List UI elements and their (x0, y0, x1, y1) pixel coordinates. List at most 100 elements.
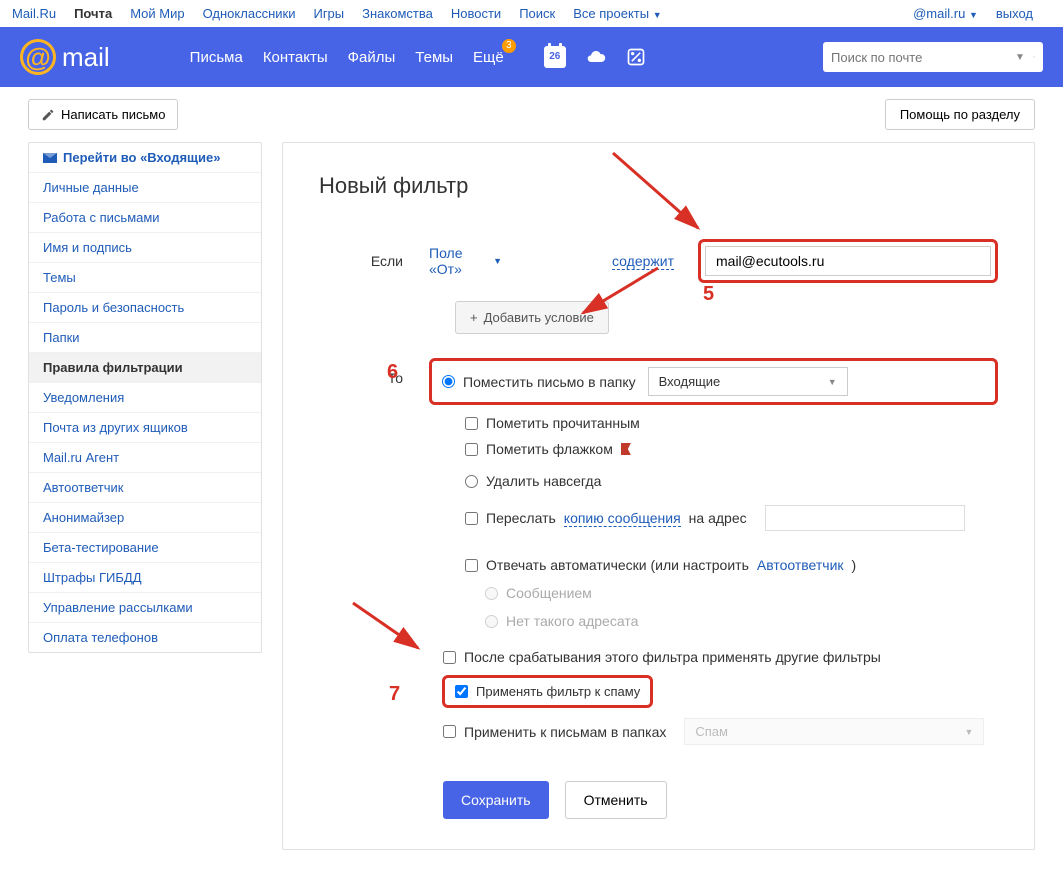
envelope-icon (43, 153, 57, 163)
then-label: То (319, 358, 429, 386)
cloud-icon[interactable] (586, 47, 606, 67)
action-move-radio[interactable]: Поместить письмо в папку (442, 374, 636, 390)
checkbox-forward[interactable] (465, 512, 478, 525)
sidebar-item-agent[interactable]: Mail.ru Агент (29, 443, 261, 473)
topbar-link[interactable]: Поиск (519, 6, 555, 21)
radio-delete[interactable] (465, 475, 478, 488)
chevron-down-icon: ▼ (828, 377, 837, 387)
forward-address-input[interactable] (765, 505, 965, 531)
highlight-box: Применять фильтр к спаму (442, 675, 653, 708)
autoreply-link[interactable]: Автоответчик (757, 557, 844, 573)
annotation-number: 5 (703, 283, 714, 306)
compose-button[interactable]: Написать письмо (28, 99, 178, 130)
reply-message-radio[interactable]: Сообщением (485, 585, 998, 601)
reply-nosuch-radio[interactable]: Нет такого адресата (485, 613, 998, 629)
header-icons: 26 (544, 46, 646, 68)
checkbox-spam[interactable] (455, 685, 468, 698)
nav-themes[interactable]: Темы (415, 49, 453, 66)
topbar-link[interactable]: Одноклассники (203, 6, 296, 21)
topbar-link[interactable]: Знакомства (362, 6, 433, 21)
percent-icon[interactable] (626, 47, 646, 67)
nav-letters[interactable]: Письма (190, 49, 243, 66)
search-input[interactable] (831, 50, 1007, 65)
after-filters-option[interactable]: После срабатывания этого фильтра применя… (443, 649, 998, 665)
delete-option[interactable]: Удалить навсегда (465, 473, 998, 489)
target-folder-dropdown[interactable]: Входящие ▼ (648, 367, 848, 396)
flag-option[interactable]: Пометить флажком (465, 441, 998, 457)
logo[interactable]: @ mail (20, 39, 110, 75)
nav-files[interactable]: Файлы (348, 49, 396, 66)
user-email-dropdown[interactable]: @mail.ru ▼ (913, 6, 978, 21)
top-navigation: Mail.Ru Почта Мой Мир Одноклассники Игры… (0, 0, 1063, 27)
sidebar-item-beta[interactable]: Бета-тестирование (29, 533, 261, 563)
all-projects-dropdown[interactable]: Все проекты ▼ (573, 6, 661, 21)
radio-reply-no (485, 615, 498, 628)
checkbox-flag[interactable] (465, 443, 478, 456)
cancel-button[interactable]: Отменить (565, 781, 667, 819)
sidebar-item-folders[interactable]: Папки (29, 323, 261, 353)
search-box[interactable]: ▼ (823, 42, 1043, 72)
condition-type-link[interactable]: содержит (612, 253, 674, 270)
sidebar-item-security[interactable]: Пароль и безопасность (29, 293, 261, 323)
checkbox-after[interactable] (443, 651, 456, 664)
highlight-box: Поместить письмо в папку Входящие ▼ (429, 358, 998, 405)
chevron-down-icon: ▼ (653, 10, 662, 20)
checkbox-apply-folders[interactable] (443, 725, 456, 738)
topbar-link-current[interactable]: Почта (74, 6, 112, 21)
help-button[interactable]: Помощь по разделу (885, 99, 1035, 130)
folders-multiselect[interactable]: Спам ▼ (684, 718, 984, 745)
sidebar-item-signature[interactable]: Имя и подпись (29, 233, 261, 263)
sidebar-item-phonepay[interactable]: Оплата телефонов (29, 623, 261, 652)
flag-icon (621, 443, 631, 455)
sidebar-item-anonymizer[interactable]: Анонимайзер (29, 503, 261, 533)
sidebar-item-themes[interactable]: Темы (29, 263, 261, 293)
filter-form: Новый фильтр Если Поле «От»▼ содержит + … (282, 142, 1035, 850)
radio-reply-msg (485, 587, 498, 600)
sub-header: Написать письмо Помощь по разделу (0, 87, 1063, 142)
pencil-icon (41, 108, 55, 122)
highlight-box (698, 239, 998, 283)
topbar-link[interactable]: Новости (451, 6, 501, 21)
badge-count: 3 (502, 39, 516, 53)
condition-value-input[interactable] (705, 246, 991, 276)
page-title: Новый фильтр (319, 173, 998, 199)
sidebar-item-external[interactable]: Почта из других ящиков (29, 413, 261, 443)
if-label: Если (319, 253, 429, 269)
sidebar-goto-inbox[interactable]: Перейти во «Входящие» (29, 143, 261, 173)
search-scope-dropdown[interactable]: ▼ (1015, 52, 1025, 63)
add-condition-button[interactable]: + Добавить условие (455, 301, 609, 334)
search-icon[interactable] (1033, 49, 1035, 65)
topbar-link[interactable]: Мой Мир (130, 6, 184, 21)
nav-more[interactable]: Ещё3 (473, 49, 504, 66)
nav-contacts[interactable]: Контакты (263, 49, 328, 66)
save-button[interactable]: Сохранить (443, 781, 549, 819)
sidebar-item-fines[interactable]: Штрафы ГИБДД (29, 563, 261, 593)
sidebar-item-mailwork[interactable]: Работа с письмами (29, 203, 261, 233)
mark-read-option[interactable]: Пометить прочитанным (465, 415, 998, 431)
logout-link[interactable]: выход (996, 6, 1033, 21)
forward-copy-link[interactable]: копию сообщения (564, 510, 681, 527)
sidebar-item-subscriptions[interactable]: Управление рассылками (29, 593, 261, 623)
sidebar-item-autoreply[interactable]: Автоответчик (29, 473, 261, 503)
sidebar-item-notifications[interactable]: Уведомления (29, 383, 261, 413)
topbar-link[interactable]: Игры (313, 6, 344, 21)
sidebar-item-filters[interactable]: Правила фильтрации (29, 353, 261, 383)
plus-icon: + (470, 310, 478, 325)
chevron-down-icon: ▼ (493, 256, 502, 266)
radio-move[interactable] (442, 375, 455, 388)
chevron-down-icon: ▼ (969, 10, 978, 20)
annotation-arrow (343, 593, 433, 663)
calendar-icon[interactable]: 26 (544, 46, 566, 68)
forward-option: Переслать копию сообщения на адрес (465, 505, 998, 531)
checkbox-autoreply[interactable] (465, 559, 478, 572)
chevron-down-icon: ▼ (964, 727, 973, 737)
settings-sidebar: Перейти во «Входящие» Личные данные Рабо… (28, 142, 262, 653)
sidebar-item-personal[interactable]: Личные данные (29, 173, 261, 203)
checkbox-mark-read[interactable] (465, 417, 478, 430)
main-nav: Письма Контакты Файлы Темы Ещё3 (190, 49, 504, 66)
apply-to-spam-label: Применять фильтр к спаму (476, 684, 640, 699)
topbar-link[interactable]: Mail.Ru (12, 6, 56, 21)
logo-text: mail (62, 42, 110, 73)
field-dropdown[interactable]: Поле «От»▼ (429, 245, 502, 277)
autoreply-option: Отвечать автоматически (или настроить Ав… (465, 557, 998, 573)
